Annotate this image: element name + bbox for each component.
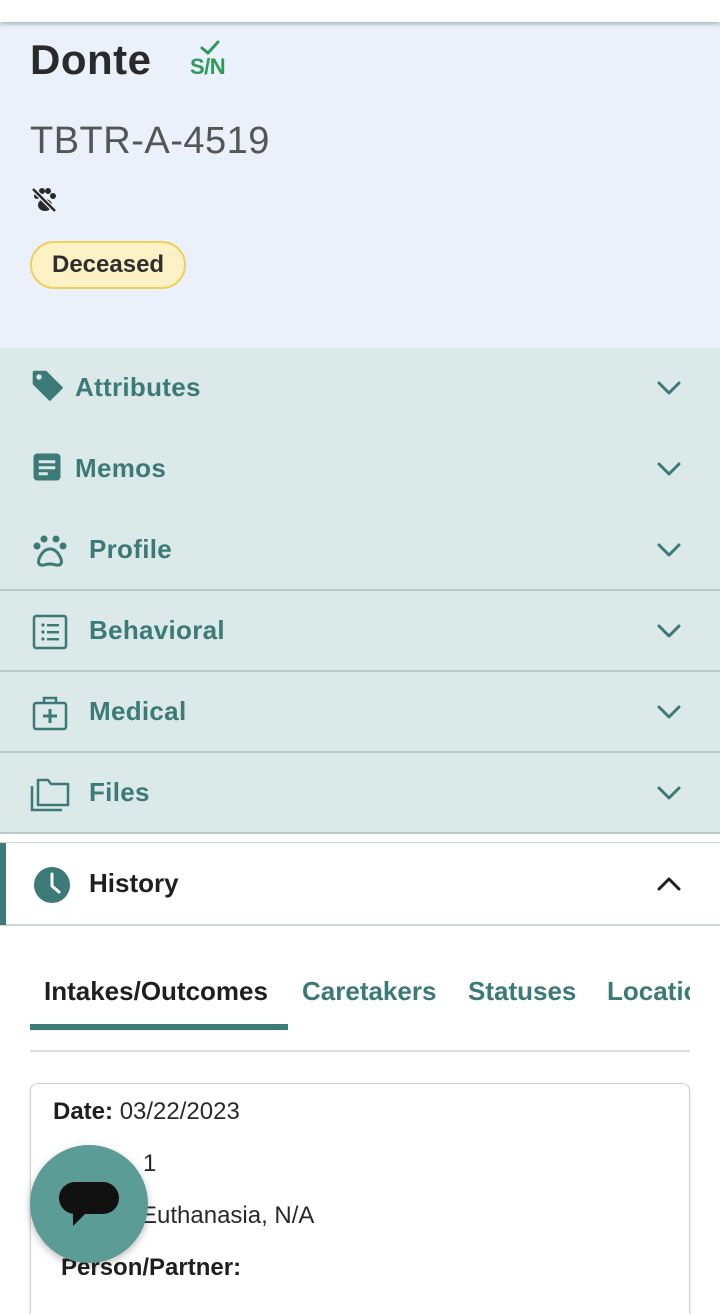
section-behavioral[interactable]: Behavioral: [0, 591, 720, 672]
chat-button[interactable]: [30, 1145, 148, 1263]
section-label-attributes: Attributes: [75, 372, 201, 402]
section-label-memos: Memos: [75, 453, 167, 483]
top-bar: [0, 0, 720, 22]
folders-icon: [30, 778, 70, 812]
record-count-value: 1: [143, 1150, 157, 1177]
chevron-down-icon: [657, 462, 681, 476]
active-tab-indicator: [30, 1024, 288, 1030]
section-list: Attributes Memos Profile Behavioral Medi…: [0, 348, 720, 834]
spay-neuter-label: S/N: [190, 54, 226, 79]
active-section-accent: [0, 843, 6, 925]
chevron-down-icon: [657, 381, 681, 395]
section-profile[interactable]: Profile: [0, 510, 720, 591]
record-date-label: Date:: [53, 1098, 114, 1125]
record-outcome-value: Euthanasia, N/A: [141, 1202, 315, 1229]
section-label-history: History: [89, 868, 179, 898]
chevron-down-icon: [657, 624, 681, 638]
animal-header: Donte S/N TBTR-A-4519 Deceased: [0, 20, 720, 348]
medical-kit-icon: [32, 696, 68, 731]
spay-neuter-badge: S/N: [188, 40, 232, 80]
animal-name: Donte: [30, 36, 152, 83]
record-date: Date: 03/22/2023: [53, 1098, 240, 1126]
list-icon: [32, 614, 68, 650]
chevron-down-icon: [657, 786, 681, 800]
section-files[interactable]: Files: [0, 753, 720, 834]
tag-icon: [32, 370, 63, 401]
record-outcome: Euthanasia, N/A: [141, 1202, 314, 1230]
chevron-up-icon: [657, 877, 681, 891]
status-badge: Deceased: [30, 241, 187, 289]
clock-icon: [34, 867, 70, 903]
record-count: 1: [143, 1150, 156, 1178]
chevron-down-icon: [657, 705, 681, 719]
tab-caretakers[interactable]: Caretakers: [302, 976, 436, 1007]
section-label-profile: Profile: [89, 534, 173, 564]
tab-statuses[interactable]: Statuses: [468, 976, 576, 1007]
section-medical[interactable]: Medical: [0, 672, 720, 753]
history-tabs: Intakes/Outcomes Caretakers Statuses Loc…: [30, 960, 690, 1052]
paw-icon: [33, 535, 67, 567]
section-memos[interactable]: Memos: [0, 429, 720, 510]
no-paw-icon: [31, 187, 57, 213]
section-label-files: Files: [89, 777, 150, 807]
section-history[interactable]: History: [0, 842, 720, 926]
memo-icon: [33, 453, 61, 481]
tab-locations[interactable]: Locations: [607, 976, 690, 1007]
section-label-behavioral: Behavioral: [89, 615, 225, 645]
section-attributes[interactable]: Attributes: [0, 348, 720, 429]
section-label-medical: Medical: [89, 696, 187, 726]
record-date-value: 03/22/2023: [119, 1098, 240, 1125]
chevron-down-icon: [657, 543, 681, 557]
tab-intakes-outcomes[interactable]: Intakes/Outcomes: [44, 976, 268, 1007]
animal-id: TBTR-A-4519: [30, 120, 270, 162]
chat-bubble-icon: [59, 1182, 119, 1226]
